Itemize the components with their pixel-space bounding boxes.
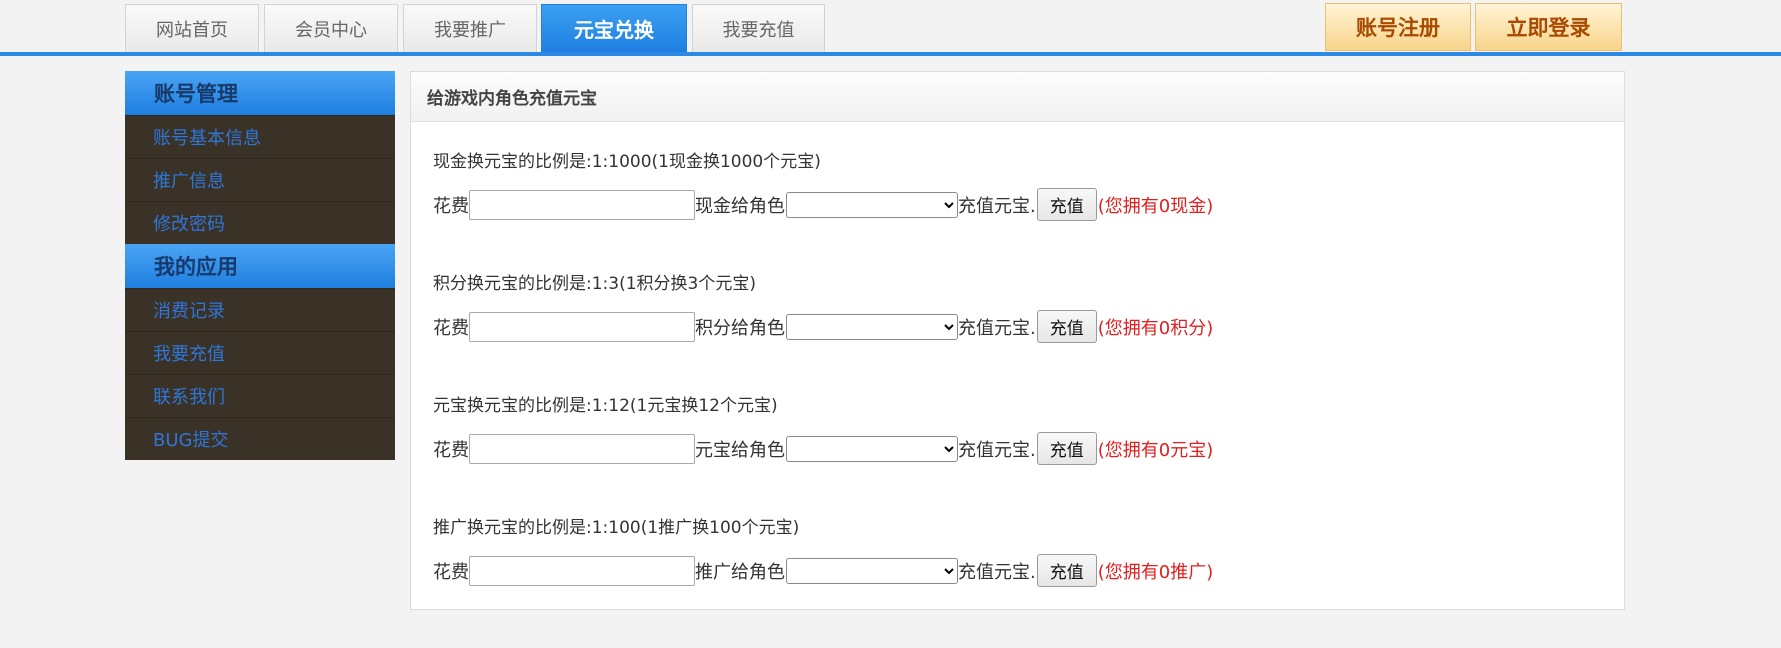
ingot-ratio-text: 元宝换元宝的比例是:1:12(1元宝换12个元宝) (433, 396, 778, 416)
cash-role-select[interactable] (786, 191, 958, 218)
points-target-label: 积分给角色 (695, 317, 785, 339)
points-owned-text: (您拥有0积分) (1097, 317, 1214, 339)
spend-label: 花费 (433, 561, 469, 583)
points-role-select[interactable] (786, 313, 958, 340)
recharge-suffix-label: 充值元宝. (958, 439, 1036, 461)
tab-member-center[interactable]: 会员中心 (264, 4, 398, 52)
spend-label: 花费 (433, 439, 469, 461)
login-button[interactable]: 立即登录 (1475, 3, 1622, 51)
tab-ingot-exchange[interactable]: 元宝兑换 (541, 4, 687, 52)
promotion-ratio-text: 推广换元宝的比例是:1:100(1推广换100个元宝) (433, 518, 800, 538)
sidebar-item-spending-records[interactable]: 消费记录 (125, 288, 395, 331)
ingot-recharge-button[interactable]: 充值 (1036, 432, 1097, 465)
promotion-owned-text: (您拥有0推广) (1097, 561, 1214, 583)
sidebar-item-recharge[interactable]: 我要充值 (125, 331, 395, 374)
tab-home[interactable]: 网站首页 (125, 4, 259, 52)
points-amount-input[interactable] (469, 311, 695, 342)
ingot-amount-input[interactable] (469, 433, 695, 464)
points-ratio-text: 积分换元宝的比例是:1:3(1积分换3个元宝) (433, 274, 756, 294)
sidebar-item-promotion-info[interactable]: 推广信息 (125, 158, 395, 201)
promotion-exchange-row: 花费 推广给角色 充值元宝. 充值 (您拥有0推广) (433, 554, 1213, 587)
promotion-role-select[interactable] (786, 557, 958, 584)
sidebar: 账号管理 账号基本信息 推广信息 修改密码 我的应用 消费记录 我要充值 联系我… (125, 71, 395, 460)
ingot-owned-text: (您拥有0元宝) (1097, 439, 1214, 461)
promotion-recharge-button[interactable]: 充值 (1036, 554, 1097, 587)
cash-target-label: 现金给角色 (695, 195, 785, 217)
cash-ratio-text: 现金换元宝的比例是:1:1000(1现金换1000个元宝) (433, 152, 821, 172)
sidebar-section-apps: 我的应用 (125, 244, 395, 288)
cash-amount-input[interactable] (469, 189, 695, 220)
ingot-role-select[interactable] (786, 435, 958, 462)
sidebar-item-account-info[interactable]: 账号基本信息 (125, 115, 395, 158)
ingot-target-label: 元宝给角色 (695, 439, 785, 461)
top-navigation: 网站首页 会员中心 我要推广 元宝兑换 我要充值 账号注册 立即登录 (0, 0, 1781, 56)
sidebar-item-bug-report[interactable]: BUG提交 (125, 417, 395, 460)
points-exchange-row: 花费 积分给角色 充值元宝. 充值 (您拥有0积分) (433, 310, 1213, 343)
points-recharge-button[interactable]: 充值 (1036, 310, 1097, 343)
register-button[interactable]: 账号注册 (1325, 3, 1471, 51)
sidebar-section-account: 账号管理 (125, 71, 395, 115)
exchange-panel: 给游戏内角色充值元宝 现金换元宝的比例是:1:1000(1现金换1000个元宝)… (410, 71, 1625, 610)
recharge-suffix-label: 充值元宝. (958, 195, 1036, 217)
spend-label: 花费 (433, 195, 469, 217)
tab-recharge[interactable]: 我要充值 (692, 4, 825, 52)
tab-promotion[interactable]: 我要推广 (403, 4, 537, 52)
cash-owned-text: (您拥有0现金) (1097, 195, 1214, 217)
sidebar-item-change-password[interactable]: 修改密码 (125, 201, 395, 244)
cash-exchange-row: 花费 现金给角色 充值元宝. 充值 (您拥有0现金) (433, 188, 1213, 221)
spend-label: 花费 (433, 317, 469, 339)
recharge-suffix-label: 充值元宝. (958, 317, 1036, 339)
ingot-exchange-row: 花费 元宝给角色 充值元宝. 充值 (您拥有0元宝) (433, 432, 1213, 465)
panel-title: 给游戏内角色充值元宝 (411, 72, 1624, 122)
recharge-suffix-label: 充值元宝. (958, 561, 1036, 583)
sidebar-item-contact-us[interactable]: 联系我们 (125, 374, 395, 417)
promotion-amount-input[interactable] (469, 555, 695, 586)
promotion-target-label: 推广给角色 (695, 561, 785, 583)
cash-recharge-button[interactable]: 充值 (1036, 188, 1097, 221)
